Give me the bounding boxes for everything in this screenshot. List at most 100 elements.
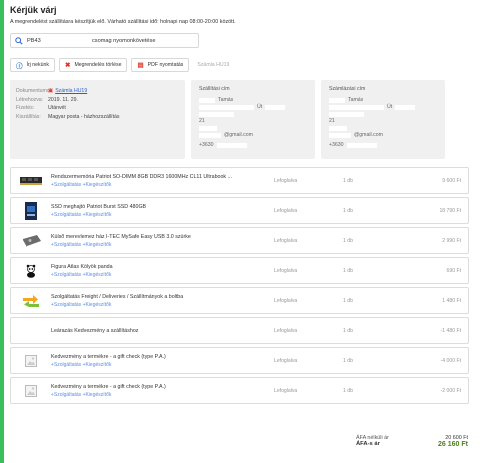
item-quantity: 1 db [343,207,353,214]
services-link[interactable]: +Szolgáltatás [51,272,81,278]
services-link[interactable]: +Szolgáltatás [51,182,81,188]
item-quantity: 1 db [343,267,353,274]
item-status: Lefoglalva [274,297,298,304]
item-status: Lefoglalva [274,267,298,274]
item-price: -4 000 Ft [440,357,461,364]
billing-phone: +3630 [329,142,344,148]
order-item-row[interactable]: Szolgáltatás Freight / Deliveries / Szál… [10,287,469,314]
accessories-link[interactable]: +Kiegészítők [83,272,112,278]
image-placeholder-icon [16,352,46,370]
shipping-address-box: Szállítási cím Tamás Út 21 @gmail.com +3… [191,80,315,159]
services-link[interactable]: +Szolgáltatás [51,302,81,308]
page-subtitle: A megrendelést szállításra készítjük elő… [10,19,236,25]
item-name[interactable]: Kedvezmény a termékre - a gift check (ty… [51,384,274,390]
shipping-address-title: Szállítási cím [199,86,230,92]
pdf-icon: ▣ [48,88,54,94]
info-icon: ⓘ [16,63,23,70]
print-pdf-label: PDF nyomtatás [147,62,184,68]
invoice-link[interactable]: Számla HU19 [55,88,87,94]
search-icon [15,36,23,45]
order-item-row[interactable]: SSD meghajtó Patriot Burst SSD 480GB +Sz… [10,197,469,224]
image-placeholder-icon [16,382,46,400]
order-item-row[interactable]: Figura Atlas Kölyök panda +Szolgáltatás … [10,257,469,284]
billing-street: Út [387,104,393,110]
close-icon: ✖ [65,62,71,69]
services-link[interactable]: +Szolgáltatás [51,362,81,368]
order-page: Kérjük várj A megrendelést szállításra k… [0,0,480,463]
billing-email: @gmail.com [354,132,383,138]
payment-label: Fizetés: [16,105,35,112]
item-price: -1 480 Ft [440,327,461,334]
order-code-value[interactable]: PB43 [27,38,92,44]
item-price: -2 000 Ft [440,387,461,394]
action-bar: ⓘ Írj nekünk ✖ Megrendelés törlése ▤ PDF… [10,58,474,72]
order-item-row[interactable]: Kedvezmény a termékre - a gift check (ty… [10,347,469,374]
document-box: Dokumentumok ▣ Számla HU19 Létrehozva: 2… [10,80,185,159]
billing-name: Tamás [348,97,364,103]
accessories-link[interactable]: +Kiegészítők [83,362,112,368]
gross-total-label: ÁFA-s ár [356,441,380,447]
item-quantity: 1 db [343,297,353,304]
item-name[interactable]: Leárazás Kedvezmény a szállításhoz [51,328,274,334]
item-status: Lefoglalva [274,357,298,364]
item-quantity: 1 db [343,327,353,334]
ssd-icon [16,201,46,220]
item-status: Lefoglalva [274,237,298,244]
item-name[interactable]: SSD meghajtó Patriot Burst SSD 480GB [51,204,274,210]
shipping-number: 21 [199,118,205,124]
order-item-row[interactable]: Külső merevlemez ház I-TEC MySafe Easy U… [10,227,469,254]
item-price: 18 790 Ft [439,207,461,214]
item-name[interactable]: Figura Atlas Kölyök panda [51,264,274,270]
billing-number: 21 [329,118,335,124]
created-value: 2019. 11. 29. [48,96,78,103]
shipping-method-label: Kiszállítás: [16,113,41,120]
exchange-arrows-icon [16,292,46,310]
order-info-section: Dokumentumok ▣ Számla HU19 Létrehozva: 2… [10,80,474,159]
page-title: Kérjük várj [10,5,57,15]
item-status: Lefoglalva [274,327,298,334]
write-us-label: Írj nekünk [26,62,50,68]
accessories-link[interactable]: +Kiegészítők [83,392,112,398]
documents-label: Dokumentumok [16,88,53,94]
shipping-street: Út [257,104,263,110]
item-status: Lefoglalva [274,177,298,184]
accessories-link[interactable]: +Kiegészítők [83,182,112,188]
order-totals: ÁFA nélküli ár 20 600 Ft ÁFA-s ár 26 160… [348,435,468,448]
order-item-row[interactable]: Kedvezmény a termékre - a gift check (ty… [10,377,469,404]
item-price: 1 480 Ft [442,297,461,304]
accessories-link[interactable]: +Kiegészítők [83,302,112,308]
item-name[interactable]: Kedvezmény a termékre - a gift check (ty… [51,354,274,360]
print-pdf-button[interactable]: ▤ PDF nyomtatás [131,58,190,72]
item-quantity: 1 db [343,177,353,184]
gross-total-value: 26 160 Ft [438,441,468,448]
delete-order-label: Megrendelés törlése [74,62,122,68]
invoice-tab[interactable]: Számla HU19 [197,62,229,68]
item-price: 2 990 Ft [442,237,461,244]
order-item-row[interactable]: Leárazás Kedvezmény a szállításhoz Lefog… [10,317,469,344]
package-tracking-link[interactable]: csomag nyomonkövetése [92,38,155,44]
item-status: Lefoglalva [274,207,298,214]
item-name[interactable]: Szolgáltatás Freight / Deliveries / Szál… [51,294,274,300]
billing-address-box: Számlázási cím Tamás Út 21 @gmail.com +3… [321,80,445,159]
shipping-email: @gmail.com [224,132,253,138]
delete-order-button[interactable]: ✖ Megrendelés törlése [59,58,128,72]
panda-figure-icon [16,262,46,280]
item-quantity: 1 db [343,357,353,364]
write-us-button[interactable]: ⓘ Írj nekünk [10,58,55,72]
item-thumbnail-empty [16,322,46,340]
ram-module-icon [16,172,46,190]
item-quantity: 1 db [343,237,353,244]
accessories-link[interactable]: +Kiegészítők [83,242,112,248]
item-name[interactable]: Külső merevlemez ház I-TEC MySafe Easy U… [51,234,274,240]
services-link[interactable]: +Szolgáltatás [51,392,81,398]
order-item-row[interactable]: Rendszermemória Patriot SO-DIMM 8GB DDR3… [10,167,469,194]
item-price: 690 Ft [446,267,461,274]
item-name[interactable]: Rendszermemória Patriot SO-DIMM 8GB DDR3… [51,174,274,180]
tracking-search-field[interactable]: PB43 csomag nyomonkövetése [10,33,199,48]
payment-value: Utánvét [48,105,66,112]
services-link[interactable]: +Szolgáltatás [51,242,81,248]
services-link[interactable]: +Szolgáltatás [51,212,81,218]
shipping-name: Tamás [218,97,234,103]
accessories-link[interactable]: +Kiegészítők [83,212,112,218]
shipping-method-value: Magyar posta - házhozszállítás [48,113,120,120]
